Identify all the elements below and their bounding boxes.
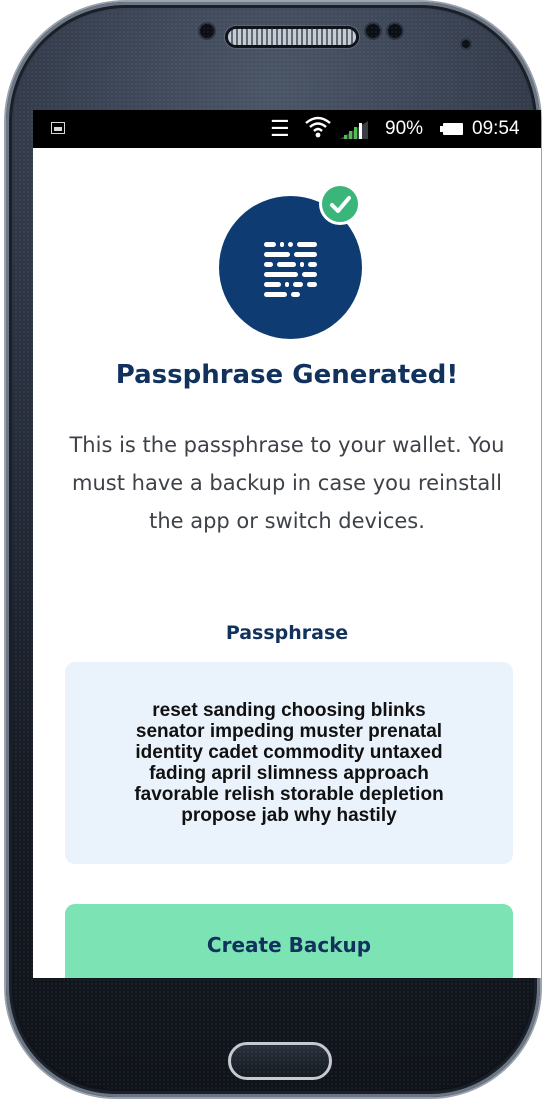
status-bar: ☰ 90% 09:54	[33, 110, 541, 148]
wifi-icon	[305, 116, 331, 138]
passphrase-line: reset sanding choosing blinks	[152, 700, 426, 721]
signal-icon	[340, 121, 368, 139]
create-backup-button[interactable]: Create Backup	[65, 904, 513, 978]
gallery-icon	[51, 122, 65, 134]
passphrase-line: senator impeding muster prenatal	[135, 721, 443, 742]
proximity-sensor	[200, 24, 214, 38]
light-sensor	[388, 24, 402, 38]
earpiece-speaker	[228, 29, 356, 45]
battery-icon	[440, 123, 463, 135]
page-title: Passphrase Generated!	[115, 360, 459, 390]
checkmark-icon	[319, 183, 361, 225]
passphrase-label: Passphrase	[225, 622, 349, 644]
vibrate-icon: ☰	[270, 116, 290, 141]
passphrase-line: favorable relish storable depletion	[134, 784, 444, 805]
home-button[interactable]	[228, 1042, 332, 1080]
description-text: This is the passphrase to your wallet. Y…	[69, 433, 505, 533]
clock-time: 09:54	[472, 118, 520, 139]
app-screen: ☰ 90% 09:54 Passphrase Generated! This i…	[33, 110, 541, 978]
passphrase-text[interactable]: reset sanding choosing blinks senator im…	[134, 700, 443, 826]
passphrase-line: propose jab why hastily	[181, 805, 397, 826]
notification-led	[462, 40, 470, 48]
front-camera	[366, 24, 380, 38]
passphrase-line: identity cadet commodity untaxed	[135, 742, 443, 763]
battery-percent: 90%	[385, 118, 424, 139]
passphrase-line: fading april slimness approach	[149, 763, 429, 784]
passphrase-box[interactable]: reset sanding choosing blinks senator im…	[65, 662, 513, 864]
